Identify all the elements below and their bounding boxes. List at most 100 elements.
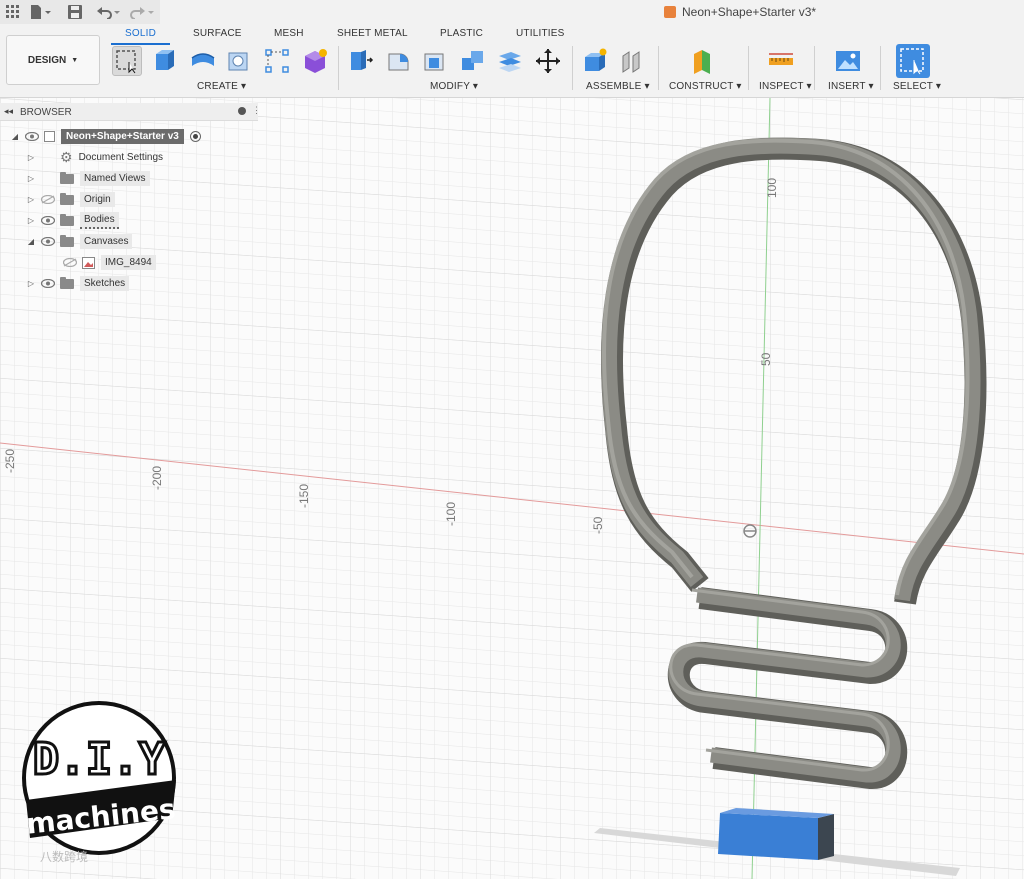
- browser-resize-handle[interactable]: ⋮: [252, 105, 261, 116]
- tab-sheet-metal[interactable]: SHEET METAL: [337, 28, 408, 39]
- group-modify[interactable]: MODIFY ▾: [430, 81, 478, 92]
- collapse-panel-icon[interactable]: ◂◂: [4, 106, 13, 117]
- activate-radio-icon[interactable]: [189, 131, 201, 142]
- eye-icon[interactable]: [25, 132, 39, 141]
- expand-arrow-icon[interactable]: ▷: [26, 216, 36, 225]
- expand-arrow-icon[interactable]: ◢: [10, 132, 20, 141]
- expand-arrow-icon[interactable]: ▷: [26, 279, 36, 288]
- chevron-down-icon: ▼: [71, 56, 79, 64]
- move-copy-button[interactable]: [533, 46, 563, 76]
- document-title-text: Neon+Shape+Starter v3*: [682, 5, 817, 19]
- eye-icon[interactable]: [41, 216, 55, 225]
- document-icon: [44, 131, 55, 142]
- group-insert[interactable]: INSERT ▾: [828, 81, 874, 92]
- undo-icon[interactable]: [97, 3, 121, 21]
- watermark-text: 八数跨境: [40, 850, 89, 864]
- base-block: [718, 808, 834, 860]
- measure-button[interactable]: [766, 46, 796, 76]
- construct-plane-icon: [694, 50, 710, 74]
- tab-mesh[interactable]: MESH: [274, 28, 304, 39]
- document-title: Neon+Shape+Starter v3*: [664, 5, 816, 19]
- extrude-icon: [156, 50, 174, 70]
- hole-button[interactable]: [224, 46, 254, 76]
- pattern-icon: [265, 49, 289, 73]
- folder-icon: [60, 234, 74, 247]
- shell-button[interactable]: [420, 46, 450, 76]
- group-create[interactable]: CREATE ▾: [197, 81, 246, 92]
- group-construct[interactable]: CONSTRUCT ▾: [669, 81, 742, 92]
- fillet-button[interactable]: [384, 46, 414, 76]
- expand-arrow-icon[interactable]: ◢: [26, 237, 36, 246]
- tab-surface[interactable]: SURFACE: [193, 28, 242, 39]
- extrude-button[interactable]: [150, 46, 180, 76]
- folder-icon: [60, 276, 74, 289]
- shell-icon: [424, 53, 444, 71]
- browser-item-canvas-image[interactable]: IMG_8494: [58, 254, 156, 271]
- title-bar: Neon+Shape+Starter v3*: [0, 0, 1024, 24]
- offset-plane-button[interactable]: [688, 46, 718, 76]
- browser-item-label: IMG_8494: [101, 255, 156, 270]
- eye-icon[interactable]: [41, 237, 55, 246]
- browser-item-label: Bodies: [80, 212, 119, 229]
- expand-arrow-icon[interactable]: ▷: [26, 195, 36, 204]
- combine-button[interactable]: [458, 46, 488, 76]
- tab-solid[interactable]: SOLID: [110, 28, 171, 45]
- pattern-button[interactable]: [262, 46, 292, 76]
- measure-icon: [769, 53, 793, 65]
- browser-item-label: Sketches: [80, 276, 130, 291]
- sketch-icon: [116, 50, 136, 74]
- browser-options-icon[interactable]: [238, 107, 246, 115]
- eye-hidden-icon[interactable]: [41, 195, 55, 204]
- browser-item-canvases[interactable]: ◢ Canvases: [26, 233, 133, 250]
- select-icon: [900, 48, 924, 75]
- diy-machines-logo: D.I.Y machines: [16, 700, 182, 860]
- offset-face-button[interactable]: [495, 46, 525, 76]
- offset-face-icon: [499, 52, 521, 72]
- browser-item-origin[interactable]: ▷ Origin: [26, 191, 115, 208]
- tab-utilities[interactable]: UTILITIES: [516, 28, 564, 39]
- select-button[interactable]: [896, 44, 930, 78]
- new-component-button[interactable]: [580, 46, 610, 76]
- tick-label: -250: [3, 449, 17, 473]
- browser-item-sketches[interactable]: ▷ Sketches: [26, 275, 130, 292]
- joint-button[interactable]: [617, 46, 647, 76]
- new-component-icon: [585, 48, 607, 71]
- browser-root[interactable]: ◢ Neon+Shape+Starter v3: [10, 128, 201, 145]
- joint-icon: [622, 51, 640, 73]
- fillet-icon: [388, 53, 409, 71]
- browser-panel: ◂◂ BROWSER ⋮ ◢ Neon+Shape+Starter v3 ▷ ⚙…: [0, 103, 261, 303]
- save-icon[interactable]: [68, 3, 82, 21]
- redo-icon[interactable]: [130, 3, 154, 21]
- tab-plastic[interactable]: PLASTIC: [440, 28, 483, 39]
- insert-canvas-button[interactable]: [833, 46, 863, 76]
- root-label: Neon+Shape+Starter v3: [61, 129, 184, 144]
- browser-item-named-views[interactable]: ▷ Named Views: [26, 170, 150, 187]
- group-inspect[interactable]: INSPECT ▾: [759, 81, 812, 92]
- group-select[interactable]: SELECT ▾: [893, 81, 941, 92]
- tick-label: -50: [591, 516, 605, 534]
- press-pull-button[interactable]: [346, 46, 376, 76]
- canvas-image-icon: [82, 256, 95, 269]
- group-assemble[interactable]: ASSEMBLE ▾: [586, 81, 650, 92]
- expand-arrow-icon[interactable]: ▷: [26, 174, 36, 183]
- revolve-button[interactable]: [188, 46, 218, 76]
- browser-item-label: Origin: [80, 192, 115, 207]
- eye-hidden-icon[interactable]: [63, 258, 77, 267]
- tick-label: 50: [759, 352, 773, 366]
- browser-item-label: Canvases: [80, 234, 133, 249]
- browser-item-bodies[interactable]: ▷ Bodies: [26, 212, 119, 229]
- create-form-button[interactable]: [300, 46, 330, 76]
- eye-icon[interactable]: [41, 279, 55, 288]
- expand-arrow-icon[interactable]: ▷: [26, 153, 36, 162]
- browser-title: BROWSER: [20, 107, 72, 118]
- folder-icon: [60, 171, 74, 184]
- design-workspace-button[interactable]: DESIGN ▼: [6, 35, 100, 85]
- browser-item-document-settings[interactable]: ▷ ⚙ Document Settings: [26, 149, 163, 166]
- tick-label: 100: [765, 178, 779, 198]
- app-grid-icon[interactable]: [6, 3, 20, 21]
- form-icon: [305, 49, 327, 73]
- document-cube-icon: [664, 6, 676, 18]
- tick-label: -100: [444, 502, 458, 526]
- create-sketch-button[interactable]: [112, 46, 142, 76]
- file-menu-icon[interactable]: [30, 3, 52, 21]
